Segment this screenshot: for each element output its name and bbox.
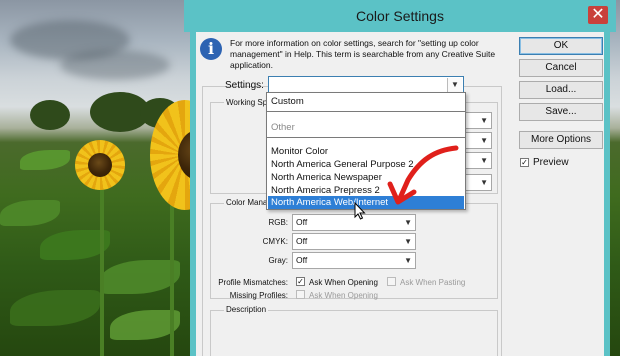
- sunflower-small: [75, 140, 125, 190]
- ask-when-opening-checkbox[interactable]: ✓: [296, 277, 305, 286]
- dialog-title: Color Settings: [356, 8, 444, 24]
- settings-option-na-web-internet[interactable]: North America Web/Internet: [271, 197, 388, 208]
- dialog-titlebar: Color Settings ✕: [184, 0, 616, 32]
- settings-option-na-newspaper[interactable]: North America Newspaper: [271, 172, 382, 183]
- dropdown-separator: [267, 111, 465, 112]
- settings-option-other[interactable]: Other: [271, 122, 295, 133]
- load-button[interactable]: Load...: [519, 81, 603, 99]
- chevron-down-icon: ▼: [404, 218, 412, 227]
- chevron-down-icon[interactable]: ▼: [447, 78, 462, 92]
- chevron-down-icon: ▼: [404, 237, 412, 246]
- chevron-down-icon: ▼: [404, 256, 412, 265]
- settings-option-custom[interactable]: Custom: [271, 96, 304, 107]
- close-button[interactable]: ✕: [588, 6, 608, 24]
- color-management-label: Color Mana: [224, 198, 270, 207]
- more-options-button[interactable]: More Options: [519, 131, 603, 149]
- chevron-down-icon: ▼: [480, 178, 488, 187]
- info-text: For more information on color settings, …: [230, 38, 496, 70]
- mouse-cursor-icon: [354, 202, 366, 220]
- ask-when-opening-label: Ask When Opening: [309, 278, 378, 287]
- cmyk-label: CMYK:: [262, 237, 288, 246]
- missing-ask-when-opening-label: Ask When Opening: [309, 291, 378, 300]
- description-label: Description: [224, 305, 269, 314]
- cmyk-policy-value: Off: [296, 236, 308, 246]
- chevron-down-icon: ▼: [480, 136, 488, 145]
- chevron-down-icon: ▼: [480, 116, 488, 125]
- gray-policy-select[interactable]: Off ▼: [292, 252, 416, 269]
- cmyk-policy-select[interactable]: Off ▼: [292, 233, 416, 250]
- rgb-policy-value: Off: [296, 217, 308, 227]
- settings-label: Settings:: [225, 80, 264, 91]
- preview-checkbox[interactable]: ✓: [520, 158, 529, 167]
- settings-option-na-prepress[interactable]: North America Prepress 2: [271, 185, 380, 196]
- gray-label: Gray:: [268, 256, 288, 265]
- info-icon: i: [200, 38, 222, 60]
- dropdown-separator: [267, 137, 465, 138]
- save-button[interactable]: Save...: [519, 103, 603, 121]
- cancel-button[interactable]: Cancel: [519, 59, 603, 77]
- ok-button[interactable]: OK: [519, 37, 603, 55]
- missing-ask-when-opening-checkbox[interactable]: [296, 290, 305, 299]
- rgb-label: RGB:: [268, 218, 288, 227]
- gray-policy-value: Off: [296, 255, 308, 265]
- ask-when-pasting-checkbox[interactable]: [387, 277, 396, 286]
- preview-label: Preview: [533, 157, 569, 168]
- description-group: [210, 310, 498, 356]
- chevron-down-icon: ▼: [480, 156, 488, 165]
- ask-when-pasting-label: Ask When Pasting: [400, 278, 466, 287]
- profile-mismatches-label: Profile Mismatches:: [218, 278, 288, 287]
- working-spaces-label: Working Sp: [224, 98, 270, 107]
- missing-profiles-label: Missing Profiles:: [229, 291, 288, 300]
- settings-option-monitor-color[interactable]: Monitor Color: [271, 146, 328, 157]
- annotation-arrow-icon: [387, 145, 459, 205]
